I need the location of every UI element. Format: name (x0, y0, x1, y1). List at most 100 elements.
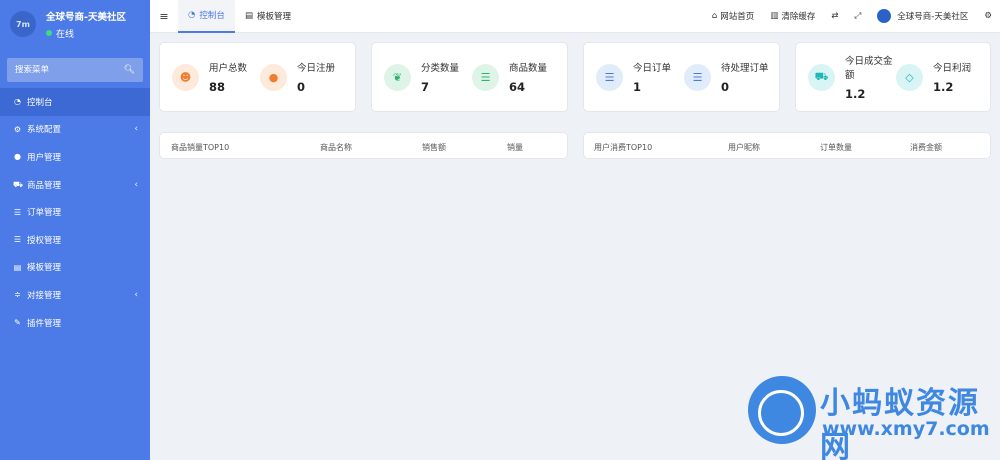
column-header: 用户昵称 (728, 143, 760, 152)
list-icon: ☰ (684, 63, 711, 91)
tab-templates[interactable]: ▤ 模板管理 (235, 0, 301, 33)
diamond-icon: ◇ (896, 63, 923, 91)
search-input[interactable] (15, 65, 115, 75)
stat-value: 1.2 (845, 87, 866, 101)
user-icon: ● (14, 152, 21, 162)
sidebar-item-plugins[interactable]: ✎ 插件管理 (0, 309, 150, 337)
plugin-icon: ✎ (14, 318, 21, 328)
sidebar-item-label: 商品管理 (27, 180, 62, 191)
product-top10-table: 商品销量TOP10 商品名称 销售额 销量 (159, 132, 568, 159)
sidebar-item-label: 模板管理 (27, 263, 62, 274)
sidebar-item-licenses[interactable]: ☰ 授权管理 (0, 226, 150, 254)
watermark-url: www.xmy7.com (822, 418, 990, 440)
stat-label-cont: 额 (845, 70, 855, 81)
clear-cache-button[interactable]: ▥ 清除缓存 (762, 10, 823, 22)
site-home-link[interactable]: ⌂ 网站首页 (704, 10, 762, 22)
sidebar-item-users[interactable]: ● 用户管理 (0, 143, 150, 171)
sidebar-item-templates[interactable]: ▤ 模板管理 (0, 254, 150, 282)
search-icon[interactable]: 🔍︎ (124, 65, 135, 75)
sidebar-menu: ◔ 控制台 ⚙ 系统配置 ‹ ● 用户管理 ⛟ 商品管理 ‹ ☰ 订单管理 ☰ … (0, 88, 150, 336)
stat-value: 0 (721, 80, 730, 94)
stat-card-catalog: ❦ 分类数量 7 ☰ 商品数量 64 (371, 42, 568, 112)
stat-value: 7 (421, 80, 430, 94)
template-icon: ▤ (244, 11, 253, 21)
list-icon: ☰ (13, 207, 22, 217)
stat-label: 分类数量 (421, 63, 460, 74)
stat-label: 今日利润 (933, 63, 972, 74)
fullscreen-icon[interactable]: ⤢ (846, 11, 869, 21)
column-header: 销售额 (422, 143, 446, 152)
stat-label: 今日成交金 (845, 56, 893, 67)
stat-label: 今日注册 (297, 63, 336, 74)
status-dot-icon (46, 30, 52, 36)
column-header: 用户消费TOP10 (594, 143, 653, 152)
stat-card-orders: ☰ 今日订单 1 ☰ 待处理订单 0 (583, 42, 780, 112)
column-header: 商品名称 (320, 143, 352, 152)
user-menu[interactable]: 全球号商-天美社区 (869, 9, 976, 23)
list-icon: ☰ (596, 63, 623, 91)
sidebar-item-products[interactable]: ⛟ 商品管理 ‹ (0, 171, 150, 199)
sidebar-item-label: 订单管理 (27, 208, 62, 219)
user-site-name: 全球号商-天美社区 (897, 12, 969, 22)
chevron-left-icon: ‹ (134, 179, 138, 190)
chevron-left-icon: ‹ (134, 124, 138, 135)
dashboard-icon: ◔ (188, 10, 196, 20)
watermark-logo-icon (748, 376, 816, 444)
sidebar: 7m 全球号商-天美社区 在线 🔍︎ ◔ 控制台 ⚙ 系统配置 ‹ ● 用户管理… (0, 0, 150, 460)
dashboard-icon: ◔ (14, 97, 21, 107)
sidebar-item-label: 插件管理 (27, 318, 62, 329)
column-header: 商品销量TOP10 (171, 143, 230, 152)
stat-value: 1.2 (933, 80, 954, 94)
user-top10-table: 用户消费TOP10 用户昵称 订单数量 消费金额 (583, 132, 991, 159)
sidebar-item-label: 用户管理 (27, 152, 62, 163)
stat-today-register: ● 今日注册 0 (260, 60, 348, 94)
stat-label: 今日订单 (633, 63, 672, 74)
stat-today-turnover: ⛟ 今日成交金 额 1.2 (808, 53, 896, 101)
sidebar-item-system-config[interactable]: ⚙ 系统配置 ‹ (0, 116, 150, 144)
menu-search: 🔍︎ (7, 58, 143, 82)
online-status: 在线 (46, 27, 126, 40)
sidebar-item-integration[interactable]: ≑ 对接管理 ‹ (0, 281, 150, 309)
trash-icon: ▥ (770, 11, 779, 21)
sidebar-item-dashboard[interactable]: ◔ 控制台 (0, 88, 150, 116)
column-header: 消费金额 (910, 143, 942, 152)
topbar: ≡ ◔ 控制台 ▤ 模板管理 ⌂ 网站首页 ▥ 清除缓存 ⇄ ⤢ 全球号商-天美… (150, 0, 1000, 33)
cart-icon: ⛟ (808, 63, 835, 91)
stat-value: 0 (297, 80, 306, 94)
sidebar-item-label: 控制台 (27, 97, 53, 108)
site-name: 全球号商-天美社区 (46, 11, 126, 23)
settings-icon[interactable]: ⚙ (976, 11, 1000, 21)
clear-cache-label: 清除缓存 (781, 12, 816, 22)
stat-label: 商品数量 (509, 63, 548, 74)
stat-category-count: ❦ 分类数量 7 (384, 60, 472, 94)
brand: 7m 全球号商-天美社区 在线 (0, 0, 150, 48)
stat-value: 88 (209, 80, 226, 94)
stat-today-orders: ☰ 今日订单 1 (596, 60, 684, 94)
cart-icon: ⛟ (13, 179, 24, 189)
gear-icon: ⚙ (13, 124, 22, 134)
menu-toggle-icon[interactable]: ≡ (150, 10, 178, 23)
users-icon: ☻ (172, 63, 199, 91)
stat-total-users: ☻ 用户总数 88 (172, 60, 260, 94)
home-icon: ⌂ (711, 11, 718, 21)
sidebar-item-label: 授权管理 (27, 235, 62, 246)
list-icon: ☰ (472, 63, 499, 91)
home-label: 网站首页 (720, 12, 755, 22)
stat-card-revenue: ⛟ 今日成交金 额 1.2 ◇ 今日利润 1.2 (795, 42, 991, 112)
tab-label: 控制台 (199, 11, 225, 21)
stat-today-profit: ◇ 今日利润 1.2 (896, 60, 984, 94)
status-label: 在线 (56, 29, 75, 40)
list-icon: ☰ (13, 235, 22, 245)
sliders-icon: ≑ (14, 290, 21, 300)
stat-pending-orders: ☰ 待处理订单 0 (684, 60, 772, 94)
chevron-left-icon: ‹ (134, 289, 138, 300)
tab-dashboard[interactable]: ◔ 控制台 (178, 0, 235, 33)
translate-icon[interactable]: ⇄ (823, 11, 846, 21)
stat-product-count: ☰ 商品数量 64 (472, 60, 560, 94)
sidebar-item-orders[interactable]: ☰ 订单管理 (0, 198, 150, 226)
column-header: 销量 (507, 143, 523, 152)
site-logo: 7m (10, 11, 36, 37)
stat-card-users: ☻ 用户总数 88 ● 今日注册 0 (159, 42, 356, 112)
leaf-icon: ❦ (384, 63, 411, 91)
avatar (877, 9, 892, 23)
